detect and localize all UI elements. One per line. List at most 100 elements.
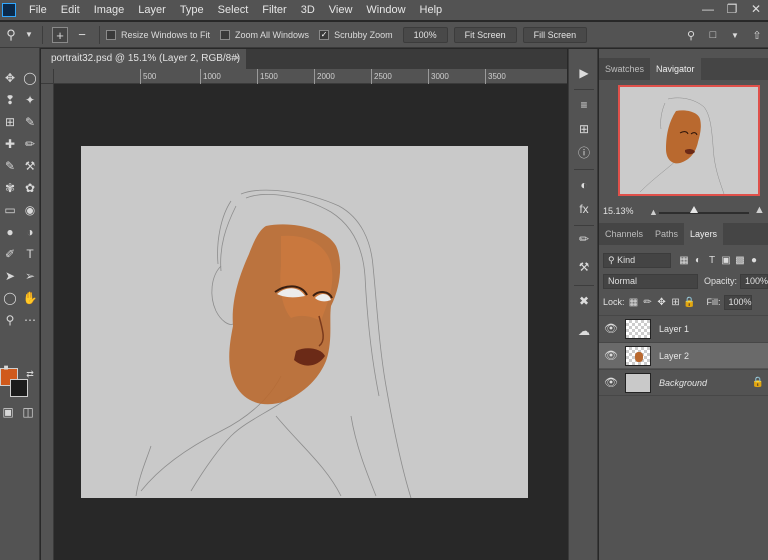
menu-3d[interactable]: 3D — [294, 0, 322, 20]
chevron-down-icon[interactable]: ▼ — [724, 31, 746, 40]
path-select-icon[interactable]: ➤ — [2, 268, 18, 284]
zoom-out-icon[interactable]: − — [74, 27, 90, 43]
tab-swatches[interactable]: Swatches — [599, 58, 650, 80]
layer-row[interactable]: 👁 Layer 2 — [599, 342, 768, 368]
menu-layer[interactable]: Layer — [131, 0, 173, 20]
chevron-down-icon[interactable]: ▼ — [25, 27, 33, 43]
adjustment-filter-icon[interactable]: ◐ — [691, 255, 705, 266]
menu-edit[interactable]: Edit — [54, 0, 87, 20]
shape-tool-icon[interactable]: ◯ — [2, 290, 18, 306]
zoom-tool-icon[interactable]: ⚲ — [2, 312, 18, 328]
blend-mode-select[interactable]: Normal — [603, 273, 698, 289]
menu-view[interactable]: View — [322, 0, 360, 20]
quick-mask-icon[interactable]: ▣ — [0, 404, 16, 420]
pen-tool-icon[interactable]: ✐ — [2, 246, 18, 262]
layer-row[interactable]: 👁 Background 🔒 — [599, 369, 768, 395]
eyedropper-icon[interactable]: ✎ — [22, 114, 38, 130]
zoom-percent[interactable]: 15.13% — [603, 206, 634, 216]
close-icon[interactable]: ✕ — [744, 0, 768, 20]
smart-object-filter-icon[interactable]: ▩ — [733, 255, 747, 266]
lock-position-icon[interactable]: ✥ — [655, 297, 669, 308]
lock-artboard-icon[interactable]: ⊞ — [669, 297, 683, 308]
tool-presets-icon[interactable]: ✖ — [576, 293, 592, 309]
menu-type[interactable]: Type — [173, 0, 211, 20]
menu-file[interactable]: File — [22, 0, 54, 20]
art-brush-icon[interactable]: ✿ — [22, 180, 38, 196]
search-icon[interactable]: ⚲ — [680, 29, 702, 42]
clone-stamp-icon[interactable]: ⚒ — [22, 158, 38, 174]
screen-mode-icon[interactable]: ◫ — [20, 404, 36, 420]
workspace-icon[interactable]: □ — [702, 29, 724, 41]
close-tab-icon[interactable]: × — [234, 49, 240, 69]
zoom-in-icon[interactable]: + — [52, 26, 68, 43]
check-icon[interactable]: ✓ — [319, 29, 330, 40]
layers-empty-area[interactable] — [599, 395, 768, 560]
crop-tool-icon[interactable]: ⊞ — [2, 114, 18, 130]
vertical-ruler[interactable] — [41, 84, 54, 560]
tab-navigator[interactable]: Navigator — [650, 58, 701, 80]
type-filter-icon[interactable]: T — [705, 255, 719, 266]
lock-all-icon[interactable]: 🔒 — [683, 297, 697, 308]
zoom-in-mountain-icon[interactable]: ▲ — [754, 204, 765, 216]
pencil-icon[interactable]: ✎ — [2, 158, 18, 174]
blur-tool-icon[interactable]: ● — [2, 224, 18, 240]
menu-filter[interactable]: Filter — [255, 0, 293, 20]
menu-help[interactable]: Help — [413, 0, 450, 20]
checkbox-box[interactable] — [220, 29, 231, 40]
ruler-origin[interactable] — [41, 69, 54, 84]
marquee-tool-icon[interactable]: ◯ — [22, 70, 38, 86]
visibility-eye-icon[interactable]: 👁 — [599, 376, 623, 389]
shape-filter-icon[interactable]: ▣ — [719, 255, 733, 266]
minimize-icon[interactable]: — — [696, 0, 720, 20]
zoom-tool-icon[interactable]: ⚲ — [3, 27, 19, 43]
brush-panel-icon[interactable]: ✏ — [576, 231, 592, 247]
zoom-all-windows-checkbox[interactable]: Zoom All Windows — [220, 29, 309, 40]
navigator-preview[interactable] — [618, 85, 760, 196]
lock-transparent-icon[interactable]: ▦ — [627, 297, 641, 308]
lock-pixels-icon[interactable]: ✏ — [641, 297, 655, 308]
checkbox-box[interactable] — [106, 29, 116, 40]
history-brush-icon[interactable]: ✾ — [2, 180, 18, 196]
default-colors-icon[interactable]: ■ — [2, 360, 10, 376]
filter-toggle-icon[interactable]: ● — [747, 255, 761, 266]
history-panel-icon[interactable]: ▶ — [576, 65, 592, 81]
fill-input[interactable]: 100% — [723, 294, 752, 310]
healing-brush-icon[interactable]: ✚ — [2, 136, 18, 152]
share-icon[interactable]: ⇧ — [746, 29, 768, 42]
visibility-eye-icon[interactable]: 👁 — [599, 349, 623, 362]
tab-layers[interactable]: Layers — [684, 223, 724, 245]
menu-image[interactable]: Image — [87, 0, 132, 20]
horizontal-ruler[interactable]: 500 1000 1500 2000 2500 3000 3500 — [54, 69, 567, 84]
fit-screen-button[interactable]: Fit Screen — [453, 26, 517, 43]
fill-screen-button[interactable]: Fill Screen — [522, 26, 588, 43]
magic-wand-icon[interactable]: ✦ — [22, 92, 38, 108]
document-canvas[interactable] — [81, 146, 528, 499]
menu-window[interactable]: Window — [359, 0, 412, 20]
info-panel-icon[interactable]: ⓘ — [576, 145, 592, 161]
zoom-slider-thumb[interactable] — [690, 206, 698, 213]
kind-filter-select[interactable]: ⚲ Kind — [603, 252, 671, 268]
color-panel-icon[interactable]: ◐ — [576, 177, 592, 193]
canvas-workspace[interactable] — [55, 85, 567, 560]
visibility-eye-icon[interactable]: 👁 — [599, 322, 623, 335]
properties-panel-icon[interactable]: ⊞ — [576, 121, 592, 137]
layer-name[interactable]: Background — [659, 378, 748, 388]
paint-bucket-icon[interactable]: ◉ — [22, 202, 38, 218]
hand-tool-icon[interactable]: ✋ — [22, 290, 38, 306]
background-color-swatch[interactable] — [10, 379, 28, 397]
type-tool-icon[interactable]: T — [22, 246, 38, 262]
opacity-input[interactable]: 100% — [740, 273, 768, 289]
menu-select[interactable]: Select — [211, 0, 256, 20]
resize-windows-checkbox[interactable]: Resize Windows to Fit — [106, 29, 210, 40]
restore-icon[interactable]: ❐ — [720, 0, 744, 20]
layer-name[interactable]: Layer 1 — [659, 324, 768, 334]
layer-name[interactable]: Layer 2 — [659, 351, 768, 361]
zoom-out-mountain-icon[interactable]: ▲ — [649, 207, 658, 217]
dodge-tool-icon[interactable]: ◑ — [22, 224, 38, 240]
tab-channels[interactable]: Channels — [599, 223, 649, 245]
eraser-icon[interactable]: ▭ — [2, 202, 18, 218]
layer-row[interactable]: 👁 Layer 1 — [599, 315, 768, 341]
tab-paths[interactable]: Paths — [649, 223, 684, 245]
clone-source-icon[interactable]: ⚒ — [576, 259, 592, 275]
document-tab[interactable]: portrait32.psd @ 15.1% (Layer 2, RGB/8#)… — [41, 49, 246, 84]
